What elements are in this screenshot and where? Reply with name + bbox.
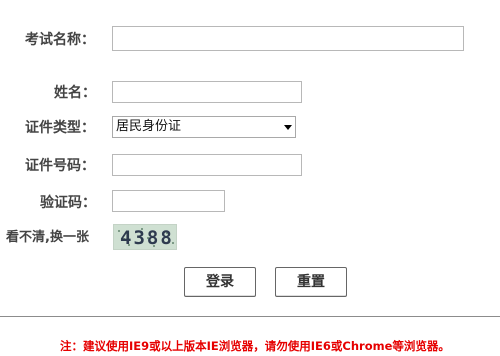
id-number-input[interactable] <box>112 154 302 176</box>
id-type-selected-value: 居民身份证 <box>116 119 182 134</box>
id-type-label: 证件类型： <box>25 120 95 136</box>
captcha-input[interactable] <box>112 190 225 212</box>
exam-name-label: 考试名称： <box>25 32 95 48</box>
browser-notice: 注：建议使用IE9或以上版本IE浏览器，请勿使用IE6或Chrome等浏览器。 <box>60 339 450 353</box>
name-input[interactable] <box>112 81 302 103</box>
captcha-image-text: 4388 <box>120 227 174 249</box>
id-type-select[interactable]: 居民身份证 <box>112 116 296 138</box>
captcha-refresh-link[interactable]: 看不清,换一张 <box>6 229 89 247</box>
chevron-down-icon[interactable] <box>281 117 295 137</box>
name-label: 姓名： <box>54 85 96 101</box>
footer-divider <box>0 316 500 317</box>
reset-button[interactable]: 重置 <box>275 267 347 297</box>
captcha-image[interactable]: 4388 <box>113 224 177 250</box>
exam-name-input[interactable] <box>112 26 464 51</box>
captcha-label: 验证码： <box>40 195 96 211</box>
login-button[interactable]: 登录 <box>184 267 256 297</box>
id-number-label: 证件号码： <box>25 158 95 174</box>
